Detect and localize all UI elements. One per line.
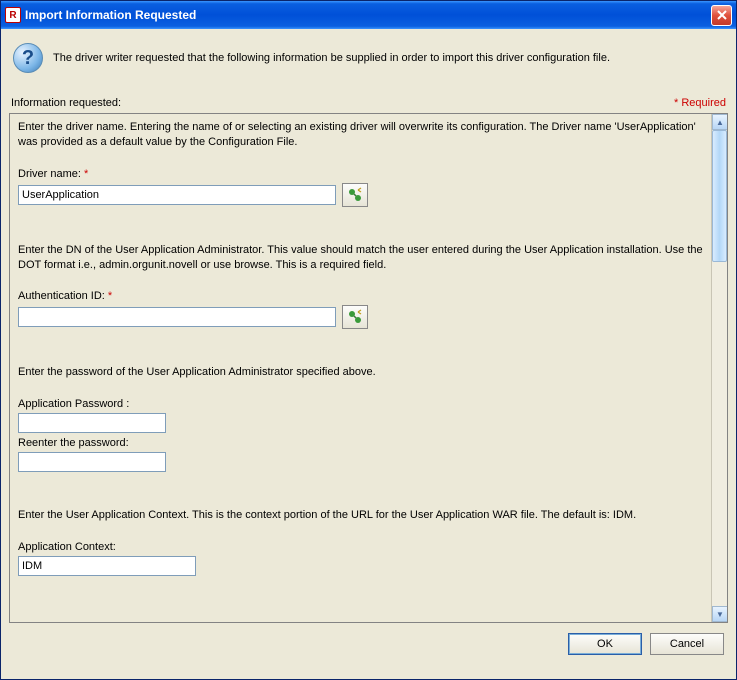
header-text: The driver writer requested that the fol…: [53, 52, 610, 64]
auth-id-input[interactable]: [18, 307, 336, 327]
window-title: Import Information Requested: [25, 8, 711, 22]
app-context-label: Application Context:: [18, 541, 703, 553]
driver-name-description: Enter the driver name. Entering the name…: [18, 120, 703, 150]
browse-icon: [347, 187, 363, 203]
driver-name-group: Enter the driver name. Entering the name…: [18, 120, 703, 207]
auth-id-group: Enter the DN of the User Application Adm…: [18, 243, 703, 330]
auth-id-description: Enter the DN of the User Application Adm…: [18, 243, 703, 273]
driver-name-label: Driver name: *: [18, 168, 703, 180]
section-labels: Information requested: * Required: [1, 97, 736, 113]
ok-button[interactable]: OK: [568, 633, 642, 655]
app-password-description: Enter the password of the User Applicati…: [18, 365, 703, 380]
app-password-label: Application Password :: [18, 398, 703, 410]
app-password-input[interactable]: [18, 413, 166, 433]
browse-icon: [347, 309, 363, 325]
auth-id-label-text: Authentication ID:: [18, 290, 105, 302]
driver-name-label-text: Driver name:: [18, 168, 81, 180]
form-content: Enter the driver name. Entering the name…: [10, 114, 711, 622]
reenter-password-label: Reenter the password:: [18, 437, 703, 449]
app-icon: R: [5, 7, 21, 23]
reenter-password-input[interactable]: [18, 452, 166, 472]
required-asterisk: *: [108, 290, 112, 302]
scrollbar[interactable]: ▲ ▼: [711, 114, 727, 622]
question-icon: ?: [13, 43, 43, 73]
titlebar: R Import Information Requested: [1, 1, 736, 29]
driver-name-browse-button[interactable]: [342, 183, 368, 207]
required-asterisk: *: [84, 168, 88, 180]
scroll-down-button[interactable]: ▼: [712, 606, 728, 622]
header-info: ? The driver writer requested that the f…: [1, 29, 736, 97]
auth-id-label: Authentication ID: *: [18, 290, 703, 302]
scroll-thumb[interactable]: [712, 130, 727, 262]
scroll-track[interactable]: [712, 130, 727, 606]
app-context-description: Enter the User Application Context. This…: [18, 508, 703, 523]
scroll-up-button[interactable]: ▲: [712, 114, 728, 130]
required-label: * Required: [674, 97, 726, 109]
form-scroll-area: Enter the driver name. Entering the name…: [9, 113, 728, 623]
close-button[interactable]: [711, 5, 732, 26]
app-password-group: Enter the password of the User Applicati…: [18, 365, 703, 472]
close-icon: [717, 10, 727, 20]
info-requested-label: Information requested:: [11, 97, 121, 109]
auth-id-browse-button[interactable]: [342, 305, 368, 329]
button-bar: OK Cancel: [1, 623, 736, 665]
driver-name-input[interactable]: [18, 185, 336, 205]
app-context-group: Enter the User Application Context. This…: [18, 508, 703, 576]
app-context-input[interactable]: [18, 556, 196, 576]
cancel-button[interactable]: Cancel: [650, 633, 724, 655]
